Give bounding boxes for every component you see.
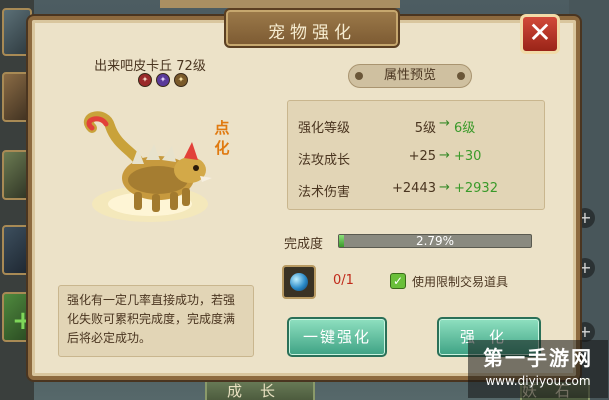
shadow-skill-icon[interactable]: ✦ [156, 73, 170, 87]
attribute-current: 5级 [414, 121, 436, 136]
attribute-row: 法术伤害 +2443 → +2932 [288, 175, 544, 205]
restricted-item-checkbox[interactable]: ✓ [390, 273, 406, 289]
attribute-preview-title: 属性预览 [383, 68, 436, 83]
attribute-label: 强化等级 [298, 121, 351, 136]
completion-label: 完成度 [284, 237, 324, 252]
attribute-preview-box: 强化等级 5级 → 6级 法攻成长 +25 → +30 法术伤害 +2443 →… [287, 100, 545, 210]
enlighten-stamp: 点化 [214, 119, 230, 157]
pet-tail [84, 111, 143, 165]
close-button[interactable]: ✕ [520, 14, 560, 54]
pet-portrait [84, 111, 212, 222]
arrow-right-icon: → [439, 116, 450, 131]
restricted-item-label[interactable]: 使用限制交易道具 [412, 273, 508, 290]
fire-skill-icon[interactable]: ✦ [138, 73, 152, 87]
top-ribbon [160, 0, 400, 8]
pet-leg [170, 192, 178, 210]
enhance-description: 强化有一定几率直接成功，若强化失败可累积完成度，完成度满后将必定成功。 [58, 285, 254, 357]
pet-leg [152, 194, 160, 212]
site-watermark: 第一手游网 www.diyiyou.com [468, 340, 608, 398]
attribute-current: +2443 [392, 181, 436, 196]
pet-leg [182, 188, 190, 206]
pin-icon [355, 72, 363, 80]
pet-horn [184, 142, 198, 160]
attribute-row: 法攻成长 +25 → +30 [288, 143, 544, 173]
tab-growth[interactable]: 成长 [205, 378, 315, 400]
attribute-next: +2932 [454, 181, 498, 196]
material-count: 0/1 [333, 273, 354, 288]
pet-fang [200, 176, 212, 182]
pin-icon [457, 72, 465, 80]
attribute-label: 法术伤害 [298, 185, 351, 200]
attribute-label: 法攻成长 [298, 153, 351, 168]
checkmark-icon: ✓ [392, 274, 404, 288]
dialog-title: 宠物强化 [268, 23, 356, 43]
pet-eye [193, 165, 199, 171]
attribute-next: 6级 [454, 121, 476, 136]
completion-progress-bar: 2.79% [338, 234, 532, 248]
attribute-next: +30 [454, 149, 482, 164]
spirit-orb-icon [290, 273, 308, 291]
one-key-enhance-button[interactable]: 一键强化 [287, 317, 387, 357]
watermark-title: 第一手游网 [483, 346, 593, 370]
pet-skill-icons: ✦ ✦ ✦ [138, 73, 192, 89]
enhance-material-slot[interactable] [282, 265, 316, 299]
completion-percent: 2.79% [415, 234, 455, 248]
arrow-right-icon: → [439, 180, 450, 195]
attribute-preview-header: 属性预览 [348, 64, 472, 88]
close-icon: ✕ [528, 16, 552, 49]
watermark-url: www.diyiyou.com [485, 374, 591, 388]
pet-name-level: 出来吧皮卡丘 72级 [94, 59, 206, 74]
pet-leg [134, 192, 142, 210]
attribute-row: 强化等级 5级 → 6级 [288, 111, 544, 141]
attribute-current: +25 [408, 149, 436, 164]
dialog-title-plate: 宠物强化 [224, 8, 400, 48]
beast-skill-icon[interactable]: ✦ [174, 73, 188, 87]
arrow-right-icon: → [439, 148, 450, 163]
